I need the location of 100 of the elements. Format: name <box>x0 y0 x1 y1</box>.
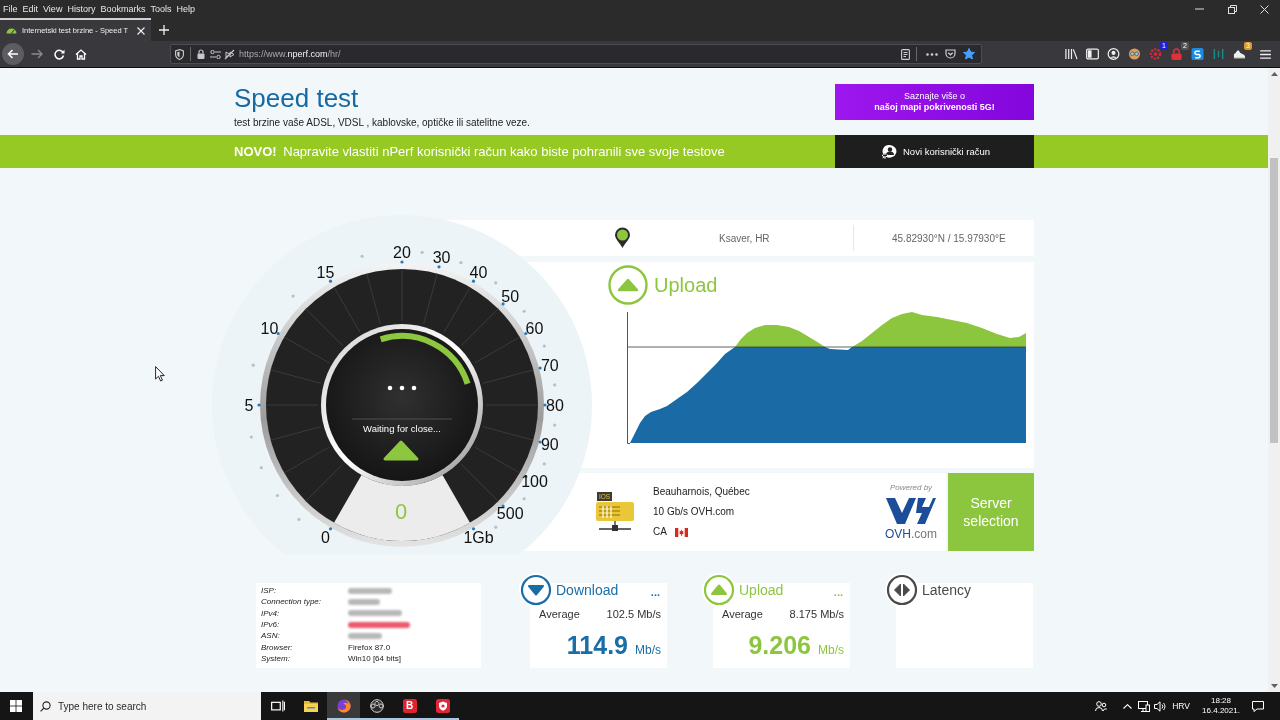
scale-label: 90 <box>540 436 559 454</box>
clock-date[interactable]: 16.4.2021. <box>1202 706 1240 716</box>
notification-icon[interactable] <box>1252 700 1264 712</box>
tile-icon[interactable] <box>1191 48 1204 60</box>
scale-label: 50 <box>501 288 520 306</box>
user-plus-icon <box>881 143 898 160</box>
logo-icon <box>885 496 937 526</box>
scale-label: 0 <box>321 529 330 546</box>
back-icon[interactable] <box>2 43 24 65</box>
info-label: IPv6: <box>261 620 281 630</box>
chevron-shield-icon[interactable] <box>945 49 956 59</box>
shield-icon <box>435 699 450 713</box>
speaker-icon[interactable] <box>1154 700 1167 712</box>
network-icon[interactable] <box>1138 700 1151 712</box>
sliders-icon[interactable] <box>210 49 221 59</box>
speed-value: 9.206 <box>748 631 811 660</box>
taskbar-button[interactable] <box>327 692 360 720</box>
star-icon[interactable] <box>963 48 975 60</box>
lock-icon[interactable] <box>197 49 205 59</box>
scale-label: 20 <box>393 243 411 261</box>
more-button[interactable]: ... <box>650 586 660 598</box>
new-account-button[interactable]: Novi korisnički račun <box>835 135 1034 168</box>
restore-icon[interactable] <box>1228 4 1237 14</box>
close-icon[interactable] <box>137 26 146 35</box>
flag-icon <box>674 527 688 537</box>
chevron-up-icon[interactable] <box>1123 703 1133 709</box>
people-icon[interactable] <box>1095 700 1108 712</box>
speed-unit: Mb/s <box>635 643 661 657</box>
powered-by-text: Powered by <box>889 483 933 492</box>
graph-title: Upload <box>654 273 718 297</box>
scale-label: 500 <box>496 504 524 522</box>
clock-time[interactable]: 18:28 <box>1211 696 1231 706</box>
gauge-status: Waiting for close... <box>363 422 441 434</box>
url-field[interactable]: https://www.nperf.com/hr/ <box>170 44 982 64</box>
result-title: Latency <box>922 582 972 598</box>
info-label: Browser: <box>261 642 294 652</box>
info-label: ASN: <box>261 631 281 641</box>
sidebar-icon[interactable] <box>1086 48 1099 60</box>
info-label: System: <box>261 653 291 663</box>
menu-item[interactable]: Help <box>175 4 196 14</box>
menu-item[interactable]: History <box>66 4 97 14</box>
mouse-pointer-icon <box>155 366 165 382</box>
close-icon[interactable] <box>1260 4 1269 14</box>
menu-item[interactable]: File <box>2 4 19 14</box>
average-value: 102.5 Mb/s <box>606 607 661 621</box>
scale-label: 1Gb <box>463 529 494 546</box>
gauge-value: 0 <box>394 498 408 524</box>
up-arrow-circle-icon <box>608 265 648 305</box>
document-icon[interactable] <box>901 48 910 60</box>
scale-label: 5 <box>244 396 254 414</box>
crossed-out-icon[interactable] <box>224 48 235 60</box>
scale-label: 30 <box>432 248 451 266</box>
info-value: Win10 [64 bits] <box>348 653 401 663</box>
menu-item[interactable]: Edit <box>21 4 40 14</box>
home-icon[interactable] <box>75 48 87 60</box>
average-label: Average <box>722 607 763 621</box>
page-subtitle: test brzine vaše ADSL, VDSL , kablovske, optičke ili satelitne veze. <box>234 117 530 129</box>
windows-icon[interactable] <box>10 700 22 712</box>
info-label: ISP: <box>261 586 278 596</box>
taskbar-button[interactable]: B <box>393 692 426 720</box>
up-triangle-icon <box>383 440 419 461</box>
coordinates: 45.82930°N / 15.97930°E <box>892 232 1006 244</box>
server-location: Beauharnois, Québec <box>653 485 750 499</box>
scroll-up-icon[interactable] <box>1270 72 1278 76</box>
search-field[interactable]: Type here to search <box>33 692 261 720</box>
reload-icon[interactable] <box>54 48 65 60</box>
scale-label: 80 <box>546 396 564 414</box>
logo-text: OVH.com <box>885 527 937 541</box>
scale-label: 60 <box>525 320 544 337</box>
library-icon[interactable] <box>1065 48 1078 60</box>
scrollbar-thumb[interactable] <box>1270 158 1278 443</box>
scale-label: 100 <box>521 473 548 490</box>
speed-unit: Mb/s <box>818 643 844 657</box>
more-icon[interactable] <box>926 52 938 56</box>
bars-icon[interactable] <box>1212 48 1225 60</box>
menu-item[interactable]: Tools <box>149 4 173 14</box>
face-icon[interactable] <box>1128 48 1141 60</box>
language-indicator[interactable]: HRV <box>1172 701 1190 711</box>
coverage-map-button[interactable]: Saznajte više o našoj mapi pokrivenosti 5G! <box>835 84 1034 120</box>
scale-label: 40 <box>469 264 488 281</box>
shield-icon[interactable] <box>175 48 184 60</box>
menu-icon[interactable] <box>1260 49 1271 59</box>
menu-item[interactable]: View <box>42 4 64 14</box>
scale-label: 10 <box>260 320 279 337</box>
loading-dots-icon <box>387 385 417 391</box>
banner-message: NOVO! Napravite vlastiti nPerf korisnički račun kako biste pohranili sve svoje testove <box>233 144 725 159</box>
scale-label: 15 <box>316 264 335 281</box>
info-value: Firefox 87.0 <box>348 642 391 652</box>
menu-item[interactable]: Bookmarks <box>99 4 147 14</box>
plus-icon[interactable] <box>159 24 170 35</box>
info-label: IPv4: <box>261 608 281 618</box>
scroll-down-icon[interactable] <box>1270 684 1278 688</box>
account-icon[interactable] <box>1107 48 1120 60</box>
forward-icon[interactable] <box>31 49 43 59</box>
result-title: Upload <box>739 582 784 598</box>
flame-globe-icon <box>336 699 351 713</box>
task-view-icon <box>270 699 285 713</box>
country-code: CA <box>653 525 667 539</box>
shoe-icon[interactable] <box>1233 48 1246 60</box>
average-label: Average <box>539 607 580 621</box>
